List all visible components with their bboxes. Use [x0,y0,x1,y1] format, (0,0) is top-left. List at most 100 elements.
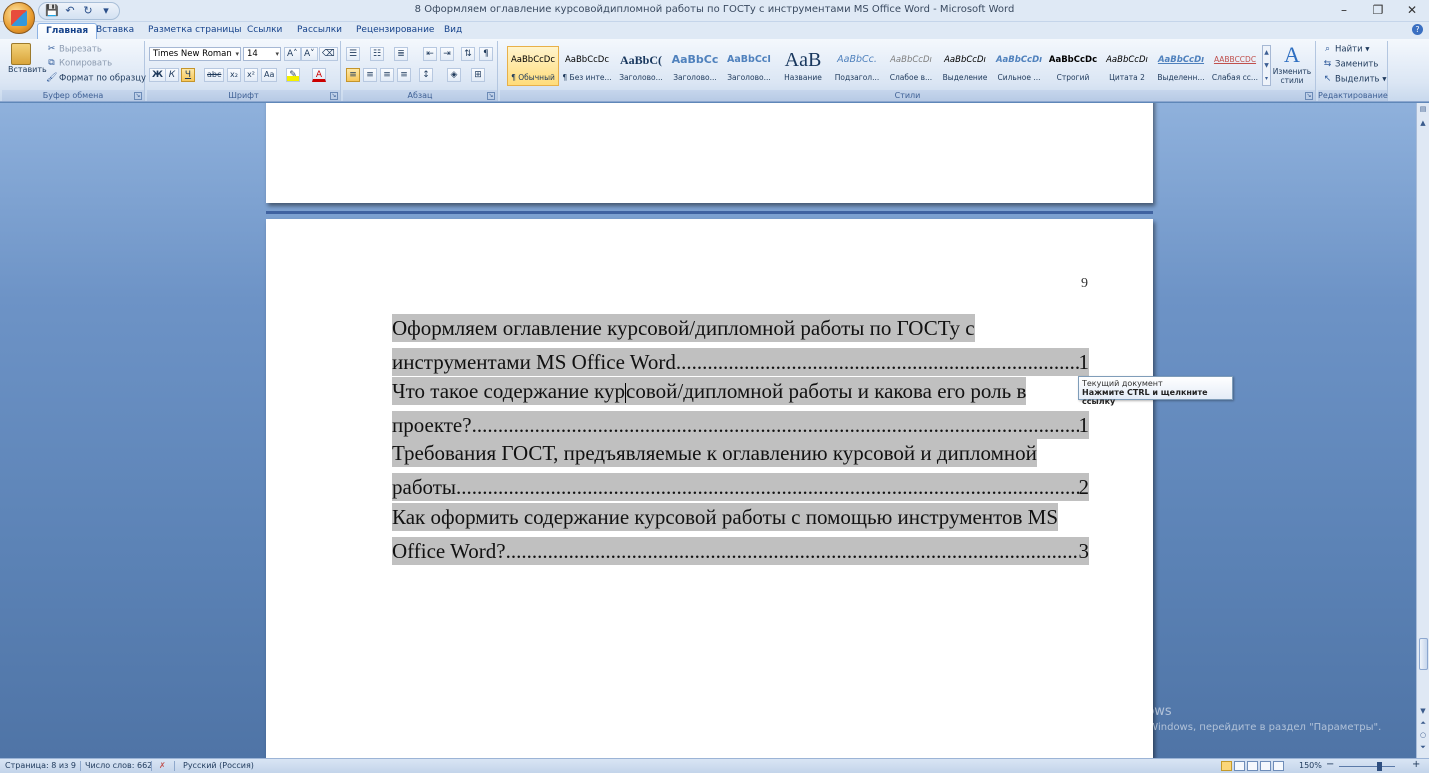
styles-launcher-icon[interactable]: ↘ [1305,92,1313,100]
toc-entry[interactable]: Как оформить содержание курсовой работы … [392,503,1089,565]
proofing-icon[interactable]: ✗ [159,761,166,770]
maximize-button[interactable]: ❐ [1361,0,1395,22]
style-heading-2[interactable]: AaBbCc Заголово... [669,46,721,86]
change-styles-button[interactable]: A Изменить стили [1272,43,1312,89]
bold-button[interactable]: Ж [149,68,167,82]
paste-button[interactable]: Вставить [8,43,47,85]
superscript-button[interactable]: x² [244,68,258,82]
italic-button[interactable]: К [165,68,179,82]
align-center-icon[interactable]: ≡ [363,68,377,82]
underline-button[interactable]: Ч [181,68,195,82]
strikethrough-button[interactable]: abc [204,68,225,82]
copy-button[interactable]: ⧉ Копировать [46,58,112,69]
word-count-status[interactable]: Число слов: 662 [85,761,152,770]
style-emphasis[interactable]: AaBbCcDı Выделение [939,46,991,86]
document-area[interactable]: 9 Оформляем оглавление курсовой/дипломно… [0,103,1416,758]
tab-page-layout[interactable]: Разметка страницы [140,23,250,39]
print-layout-view-icon[interactable] [1221,761,1232,771]
style-subtle-reference[interactable]: AABBCCDC Слабая сс... [1209,46,1261,86]
font-size-combo[interactable]: 14 ▾ [243,47,281,61]
find-button[interactable]: ⌕ Найти ▾ [1322,44,1370,55]
style-title[interactable]: AaB Название [777,46,829,86]
style-quote-2[interactable]: AaBbCcDı Цитата 2 [1101,46,1153,86]
toc-entry-line: проекте? ...............................… [392,411,1089,439]
style-subtle-emphasis[interactable]: AaBbCcDı Слабое в... [885,46,937,86]
language-status[interactable]: Русский (Россия) [183,761,254,770]
vertical-scrollbar[interactable]: ▤ ▲ ▼ ⏶ ○ ⏷ [1416,103,1429,758]
tab-mailings[interactable]: Рассылки [289,23,350,39]
draft-view-icon[interactable] [1273,761,1284,771]
scrollbar-thumb[interactable] [1419,638,1428,670]
toc-entry[interactable]: Оформляем оглавление курсовой/дипломной … [392,314,1089,376]
line-spacing-icon[interactable]: ↕ [419,68,433,82]
help-icon[interactable]: ? [1412,24,1423,35]
shading-icon[interactable]: ◈ [447,68,461,82]
toc-entry[interactable]: Что такое содержание курсовой/дипломной … [392,377,1089,439]
font-name-combo[interactable]: Times New Roman ▾ [149,47,241,61]
decrease-indent-icon[interactable]: ⇤ [423,47,437,61]
font-color-button[interactable]: A [312,68,326,82]
zoom-slider-thumb[interactable] [1377,762,1382,771]
style-strong[interactable]: AaBbCcDc Строгий [1047,46,1099,86]
full-screen-view-icon[interactable] [1234,761,1245,771]
tab-review[interactable]: Рецензирование [348,23,442,39]
style-normal[interactable]: AaBbCcDc ¶ Обычный [507,46,559,86]
scroll-down-icon[interactable]: ▼ [1418,707,1428,717]
style-heading-3[interactable]: AaBbCcI Заголово... [723,46,775,86]
style-preview: AaBbCcDc [510,55,556,65]
page-current[interactable]: 9 Оформляем оглавление курсовой/дипломно… [266,219,1153,758]
select-button[interactable]: ↖ Выделить ▾ [1322,74,1387,85]
page-previous[interactable] [266,103,1153,203]
replace-button[interactable]: ⇆ Заменить [1322,59,1379,70]
clear-format-icon[interactable]: ⌫ [319,47,338,61]
style-preview: AaBbCcDı [1106,55,1148,65]
zoom-in-button[interactable]: + [1412,759,1420,770]
close-button[interactable]: ✕ [1395,0,1429,22]
scroll-up-icon[interactable]: ▲ [1418,119,1428,129]
status-divider [151,761,152,771]
style-heading-1[interactable]: AaBbC(Заголово... [615,46,667,86]
align-left-icon[interactable]: ≡ [346,68,360,82]
increase-indent-icon[interactable]: ⇥ [440,47,454,61]
style-intense-emphasis[interactable]: AaBbCcDı Сильное ... [993,46,1045,86]
sort-icon[interactable]: ⇅ [461,47,475,61]
browse-object-icon[interactable]: ○ [1418,731,1428,741]
zoom-slider[interactable] [1339,766,1395,767]
clipboard-launcher-icon[interactable]: ↘ [134,92,142,100]
style-no-spacing[interactable]: AaBbCcDc ¶ Без инте... [561,46,613,86]
cut-button[interactable]: ✂ Вырезать [46,44,102,55]
style-subtitle[interactable]: AaBbCc. Подзагол... [831,46,883,86]
numbering-icon[interactable]: ☷ [370,47,385,61]
outline-view-icon[interactable] [1260,761,1271,771]
change-case-button[interactable]: Aa [261,68,278,82]
tab-view[interactable]: Вид [436,23,470,39]
subscript-button[interactable]: x₂ [227,68,241,82]
minimize-button[interactable]: – [1327,0,1361,22]
style-intense-quote[interactable]: AaBbCcDı Выделенн... [1155,46,1207,86]
shrink-font-button[interactable]: A˅ [301,47,318,61]
highlight-icon[interactable]: ✎ [286,68,300,82]
ruler-toggle-icon[interactable]: ▤ [1418,105,1428,115]
borders-icon[interactable]: ⊞ [471,68,485,82]
toc-entry[interactable]: Требования ГОСТ, предъявляемые к оглавле… [392,439,1089,501]
pilcrow-icon[interactable]: ¶ [479,47,493,61]
format-painter-button[interactable]: 🖌 Формат по образцу [46,73,146,84]
office-button[interactable] [3,2,35,34]
next-page-icon[interactable]: ⏷ [1418,743,1428,753]
bullets-icon[interactable]: ☰ [346,47,361,61]
font-launcher-icon[interactable]: ↘ [330,92,338,100]
zoom-level[interactable]: 150% [1299,761,1322,770]
web-layout-view-icon[interactable] [1247,761,1258,771]
format-painter-label: Формат по образцу [59,73,147,84]
grow-font-button[interactable]: A˄ [284,47,301,61]
align-right-icon[interactable]: ≡ [380,68,394,82]
tab-insert[interactable]: Вставка [88,23,142,39]
styles-scroll-arrows-icon[interactable]: ▲ ▼ ▾ [1262,45,1271,86]
zoom-out-button[interactable]: − [1326,759,1334,770]
multilevel-list-icon[interactable]: ≣ [394,47,408,61]
page-count-status[interactable]: Страница: 8 из 9 [5,761,76,770]
justify-icon[interactable]: ≡ [397,68,411,82]
previous-page-icon[interactable]: ⏶ [1418,719,1428,729]
paragraph-launcher-icon[interactable]: ↘ [487,92,495,100]
tab-references[interactable]: Ссылки [239,23,290,39]
